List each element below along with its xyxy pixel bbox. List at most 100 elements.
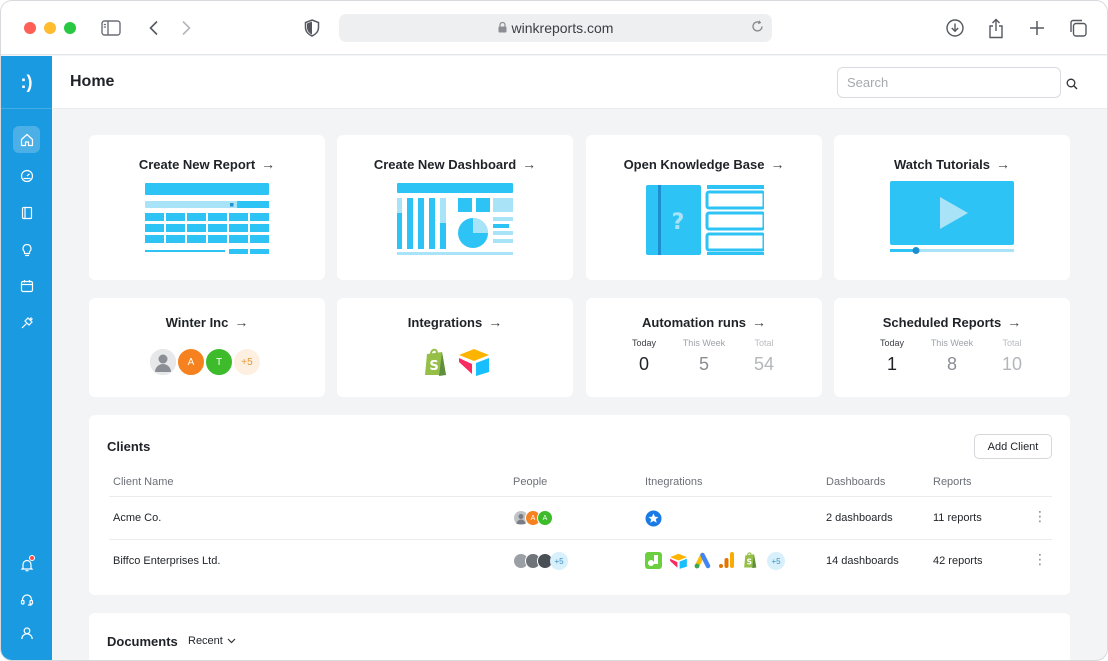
home-icon (20, 133, 33, 146)
workspace-card[interactable]: Winter Inc → A T +5 (89, 298, 325, 397)
share-icon[interactable] (985, 17, 1007, 39)
svg-text:?: ? (672, 210, 685, 235)
stat-today: Today 0 (631, 338, 657, 374)
arrow-right-icon: → (1007, 314, 1022, 330)
column-header[interactable]: Reports (933, 476, 972, 488)
arrow-right-icon: → (996, 156, 1011, 172)
stat-today: Today 1 (879, 338, 905, 374)
nav-home[interactable] (13, 126, 40, 153)
integrations-label: Integrations (407, 314, 483, 330)
table-row[interactable]: Acme Co. A A 2 dashboards 11 reports ⋮ (109, 496, 1052, 539)
video-player-illustration (890, 181, 1014, 254)
nav-support[interactable] (13, 586, 40, 613)
report-table-illustration (145, 183, 269, 254)
knowledge-base-card[interactable]: Open Knowledge Base → ? (586, 135, 822, 280)
automation-stats: Today 0 This Week 5 Total 54 (586, 338, 822, 375)
column-header[interactable]: People (513, 476, 547, 488)
client-name[interactable]: Acme Co. (113, 512, 161, 524)
card-title: Watch Tutorials (893, 156, 991, 172)
nav-notifications[interactable] (13, 551, 40, 578)
address-bar[interactable]: winkreports.com (339, 14, 772, 42)
client-name[interactable]: Biffco Enterprises Ltd. (113, 555, 220, 567)
table-row[interactable]: Biffco Enterprises Ltd. +5 S +5 14 dashb… (109, 539, 1052, 582)
back-icon[interactable] (143, 17, 165, 39)
more-people-badge[interactable]: +5 (550, 552, 568, 570)
minimize-window-button[interactable] (44, 22, 56, 34)
reload-icon[interactable] (751, 20, 764, 36)
add-client-button[interactable]: Add Client (974, 434, 1052, 459)
dashboards-count: 2 dashboards (826, 512, 893, 524)
lock-icon (498, 20, 507, 36)
zoom-window-button[interactable] (64, 22, 76, 34)
url-text: winkreports.com (511, 20, 614, 36)
app-logo[interactable]: :) (1, 56, 52, 109)
more-integrations-badge[interactable]: +5 (767, 552, 785, 570)
workspace-name: Winter Inc (165, 314, 229, 330)
column-header[interactable]: Dashboards (826, 476, 885, 488)
clients-title: Clients (107, 439, 151, 454)
browser-toolbar: winkreports.com (1, 1, 1107, 55)
documents-title: Documents (107, 634, 178, 649)
lightbulb-icon (21, 243, 32, 256)
sidebar-toggle-icon[interactable] (100, 17, 122, 39)
avatar (148, 347, 178, 377)
nav-reports[interactable] (13, 199, 40, 226)
card-title: Create New Dashboard (373, 156, 517, 172)
more-options-icon[interactable]: ⋮ (1033, 509, 1047, 523)
shopify-icon: S (425, 348, 446, 376)
arrow-right-icon: → (522, 156, 537, 172)
create-dashboard-card[interactable]: Create New Dashboard → (337, 135, 573, 280)
automation-runs-label: Automation runs (642, 314, 746, 330)
stat-this-week: This Week 5 (682, 338, 726, 374)
chevron-down-icon (227, 638, 236, 644)
new-tab-icon[interactable] (1026, 17, 1048, 39)
user-icon (20, 626, 33, 639)
forward-icon[interactable] (175, 17, 197, 39)
documents-panel: Documents Recent (89, 613, 1070, 660)
column-header[interactable]: Itnegrations (645, 476, 702, 488)
headset-icon (20, 593, 33, 606)
clients-panel: Clients Add Client Client Name People It… (89, 415, 1070, 595)
nav-dashboards[interactable] (13, 162, 40, 189)
downloads-icon[interactable] (944, 17, 966, 39)
nav-ideas[interactable] (13, 236, 40, 263)
search-input[interactable] (837, 67, 1061, 98)
arrow-right-icon: → (234, 314, 249, 330)
google-analytics-icon (719, 552, 734, 568)
arrow-right-icon: → (770, 156, 785, 172)
avatar: T (204, 347, 234, 377)
more-options-icon[interactable]: ⋮ (1033, 552, 1047, 566)
stat-total: Total 10 (1001, 338, 1023, 374)
reports-count: 42 reports (933, 555, 983, 567)
nav-integrations[interactable] (13, 309, 40, 336)
create-report-card[interactable]: Create New Report → (89, 135, 325, 280)
filter-label: Recent (188, 635, 223, 647)
close-window-button[interactable] (24, 22, 36, 34)
scheduled-reports-card[interactable]: Scheduled Reports → Today 1 This Week 8 T… (834, 298, 1070, 397)
scheduled-reports-label: Scheduled Reports (882, 314, 1002, 330)
privacy-shield-icon[interactable] (301, 17, 323, 39)
arrow-right-icon: → (488, 314, 503, 330)
book-icon (21, 206, 32, 219)
stat-this-week: This Week 8 (930, 338, 974, 374)
nav-schedule[interactable] (13, 272, 40, 299)
integration-logo-icon (645, 510, 662, 527)
knowledge-book-illustration: ? (646, 185, 764, 255)
dashboard-illustration (397, 183, 513, 255)
automation-runs-card[interactable]: Automation runs → Today 0 This Week 5 Tot… (586, 298, 822, 397)
search-icon[interactable] (1066, 77, 1078, 95)
card-title: Open Knowledge Base (623, 156, 765, 172)
calendar-icon (20, 279, 33, 292)
page-header: Home (52, 56, 1107, 109)
airtable-icon (670, 553, 687, 569)
airtable-icon (459, 349, 489, 376)
nav-profile[interactable] (13, 619, 40, 646)
column-header[interactable]: Client Name (113, 476, 174, 488)
tab-overview-icon[interactable] (1067, 17, 1089, 39)
more-members-badge[interactable]: +5 (232, 347, 262, 377)
documents-filter-dropdown[interactable]: Recent (188, 635, 236, 647)
watch-tutorials-card[interactable]: Watch Tutorials → (834, 135, 1070, 280)
reports-count: 11 reports (933, 512, 982, 524)
avatar: A (537, 510, 553, 526)
integrations-card[interactable]: Integrations → S (337, 298, 573, 397)
